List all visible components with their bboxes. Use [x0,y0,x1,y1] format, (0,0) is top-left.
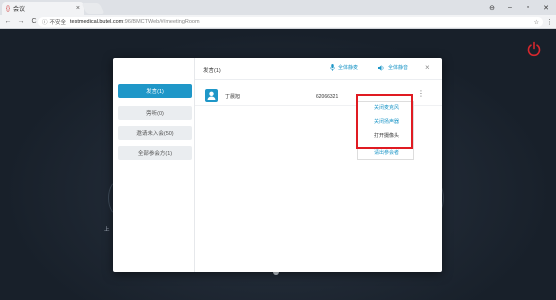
menu-dots-icon[interactable]: ⋮ [546,15,553,29]
modal-header: 发言(1) 全体静麦 全体静音 × [195,58,442,80]
tab-all-participants[interactable]: 全部参会方(1) [118,146,192,160]
power-icon[interactable] [526,41,542,57]
microphone-icon [330,64,335,71]
modal-sidebar: 发言(1) 旁听(0) 邀请未入会(50) 全部参会方(1) [113,58,195,272]
security-label: 不安全 [49,20,67,26]
browser-toolbar: ← → C ⓘ 不安全 testmedical.butel.com :96/BM… [0,15,556,29]
mute-all-mic-label: 全体静麦 [338,65,359,71]
new-tab-button[interactable] [81,3,105,14]
tab-invited-not-joined[interactable]: 邀请未入会(50) [118,126,192,140]
participants-modal: 发言(1) 旁听(0) 邀请未入会(50) 全部参会方(1) 发言(1) 全体静… [113,58,442,272]
tab-title: 会议 [13,7,26,13]
browser-titlebar: {} 会议 × ⊖ – ▫ ✕ [0,0,556,15]
favicon-icon: {} [6,5,11,12]
participant-name: 丁晨旭 [225,94,241,100]
menu-item-close-speaker[interactable]: 关闭扬声器 [358,116,415,127]
browser-tab[interactable]: {} 会议 × [2,2,84,15]
mute-all-speaker-label: 全体静音 [388,65,409,71]
url-path: :96/BMCTWeb/#/meetingRoom [123,19,200,25]
modal-title: 发言(1) [203,68,221,74]
user-avatar-icon [207,91,216,100]
background-label: 上 [104,227,110,233]
close-icon[interactable]: × [425,63,430,72]
close-window-icon[interactable]: ✕ [538,0,554,15]
tab-speaking[interactable]: 发言(1) [118,84,192,98]
star-icon[interactable]: ☆ [534,19,539,26]
minimize-icon[interactable]: – [502,0,518,15]
more-options-icon[interactable]: ⋮ [417,89,425,98]
avatar [205,89,218,102]
menu-item-open-camera[interactable]: 打开摄像头 [358,130,415,141]
back-icon[interactable]: ← [3,18,13,25]
participant-id: 62066321 [316,94,339,100]
mute-all-mic-button[interactable]: 全体静麦 [330,64,358,71]
menu-item-remove-participant[interactable]: 请出参会者 [358,147,415,158]
participant-context-menu: 关闭麦克风 关闭扬声器 打开摄像头 请出参会者 [357,101,414,160]
forward-icon[interactable]: → [16,18,26,25]
address-bar[interactable]: ⓘ 不安全 testmedical.butel.com :96/BMCTWeb/… [38,17,543,27]
user-icon[interactable]: ⊖ [484,0,500,15]
mute-all-speaker-button[interactable]: 全体静音 [378,64,408,71]
speaker-icon [378,64,384,71]
url-host: testmedical.butel.com [70,19,124,25]
maximize-icon[interactable]: ▫ [520,0,536,15]
info-icon[interactable]: ⓘ [42,18,48,26]
menu-item-close-mic[interactable]: 关闭麦克风 [358,102,415,113]
tab-listening[interactable]: 旁听(0) [118,106,192,120]
tab-close-icon[interactable]: × [76,5,80,12]
